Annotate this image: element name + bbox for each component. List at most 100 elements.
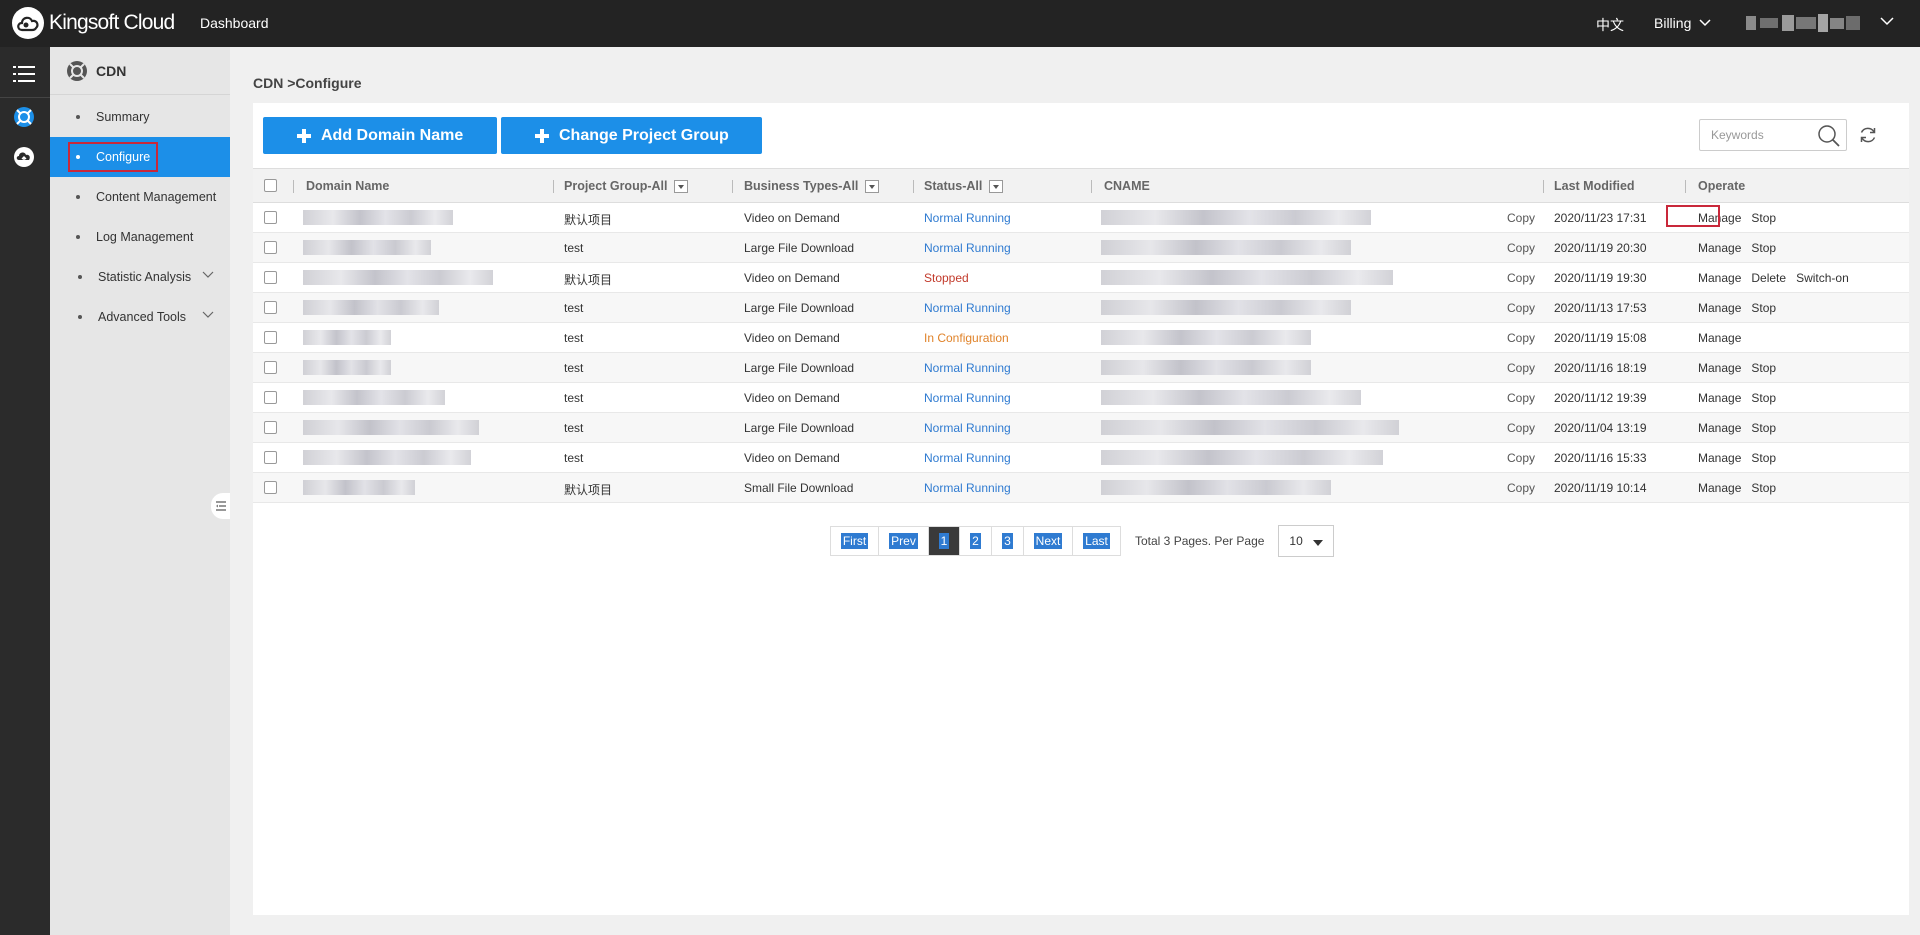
cdn-icon xyxy=(67,60,87,81)
sidebar-item-summary[interactable]: Summary xyxy=(50,97,230,137)
manage-action-link[interactable]: Manage xyxy=(1698,301,1741,315)
row-checkbox[interactable] xyxy=(264,391,277,404)
change-project-group-button[interactable]: Change Project Group xyxy=(501,117,762,154)
manage-action-link[interactable]: Manage xyxy=(1698,361,1741,375)
copy-cname-button[interactable]: Copy xyxy=(1507,421,1535,435)
sidebar-item-statistic-analysis[interactable]: Statistic Analysis xyxy=(50,257,230,297)
table-row: 默认项目 Video on Demand Stopped Copy 2020/11/19… xyxy=(253,263,1909,293)
status-cell: Normal Running xyxy=(924,481,1011,495)
manage-action-link[interactable]: Manage xyxy=(1698,421,1741,435)
status-cell: Stopped xyxy=(924,271,969,285)
domain-name-redacted[interactable] xyxy=(303,210,453,225)
cdn-icon[interactable] xyxy=(13,106,35,128)
business-type-cell: Large File Download xyxy=(744,301,855,315)
domain-name-redacted[interactable] xyxy=(303,330,391,345)
select-all-checkbox[interactable] xyxy=(264,179,277,192)
row-checkbox[interactable] xyxy=(264,361,277,374)
domain-name-redacted[interactable] xyxy=(303,420,479,435)
menu-list-icon[interactable] xyxy=(13,65,35,83)
domain-name-redacted[interactable] xyxy=(303,360,391,375)
brand-logo[interactable]: Kingsoft Cloud xyxy=(12,6,175,40)
first-page-button[interactable]: First xyxy=(831,527,879,555)
next-page-button[interactable]: Next xyxy=(1024,527,1073,555)
filter-dropdown-icon[interactable] xyxy=(865,179,880,193)
dashboard-link[interactable]: Dashboard xyxy=(200,15,269,31)
copy-cname-button[interactable]: Copy xyxy=(1507,391,1535,405)
stop-action-link[interactable]: Stop xyxy=(1751,451,1776,465)
user-account-redacted[interactable] xyxy=(1746,14,1860,32)
sidebar-collapse-handle[interactable] xyxy=(211,493,231,519)
manage-action-link[interactable]: Manage xyxy=(1698,451,1741,465)
copy-cname-button[interactable]: Copy xyxy=(1507,211,1535,225)
billing-menu[interactable]: Billing xyxy=(1654,15,1711,31)
copy-cname-button[interactable]: Copy xyxy=(1507,271,1535,285)
collapse-list-icon xyxy=(216,501,226,511)
domain-name-redacted[interactable] xyxy=(303,450,471,465)
copy-cname-button[interactable]: Copy xyxy=(1507,481,1535,495)
project-group-cell: test xyxy=(564,391,584,405)
per-page-select[interactable]: 10 xyxy=(1278,525,1335,557)
prev-page-button[interactable]: Prev xyxy=(879,527,929,555)
copy-cname-button[interactable]: Copy xyxy=(1507,361,1535,375)
stop-action-link[interactable]: Stop xyxy=(1751,481,1776,495)
domain-name-redacted[interactable] xyxy=(303,240,431,255)
sidebar-item-content-management[interactable]: Content Management xyxy=(50,177,230,217)
copy-cname-button[interactable]: Copy xyxy=(1507,451,1535,465)
copy-cname-button[interactable]: Copy xyxy=(1507,241,1535,255)
domain-name-redacted[interactable] xyxy=(303,270,493,285)
stop-action-link[interactable]: Stop xyxy=(1751,361,1776,375)
page-1-button[interactable]: 1 xyxy=(929,527,960,555)
filter-dropdown-icon[interactable] xyxy=(674,179,689,193)
caret-down-icon xyxy=(1313,540,1324,546)
status-cell: Normal Running xyxy=(924,421,1011,435)
switch-on-action-link[interactable]: Switch-on xyxy=(1796,271,1849,285)
row-checkbox[interactable] xyxy=(264,331,277,344)
sidebar-title: CDN xyxy=(96,62,127,79)
cname-redacted xyxy=(1101,450,1383,465)
operate-cell: Manage Stop xyxy=(1698,481,1786,495)
stop-action-link[interactable]: Stop xyxy=(1751,391,1776,405)
delete-action-link[interactable]: Delete xyxy=(1751,271,1786,285)
page-2-button[interactable]: 2 xyxy=(960,527,992,555)
domain-name-redacted[interactable] xyxy=(303,390,445,405)
icon-rail xyxy=(0,47,50,935)
search-icon[interactable] xyxy=(1817,124,1841,148)
row-checkbox[interactable] xyxy=(264,211,277,224)
cloud-upload-icon[interactable] xyxy=(13,146,35,168)
status-cell: Normal Running xyxy=(924,391,1011,405)
stop-action-link[interactable]: Stop xyxy=(1751,241,1776,255)
stop-action-link[interactable]: Stop xyxy=(1751,421,1776,435)
chevron-down-icon[interactable] xyxy=(1880,16,1894,26)
refresh-icon[interactable] xyxy=(1858,125,1878,145)
manage-action-link[interactable]: Manage xyxy=(1698,331,1741,345)
add-domain-button[interactable]: Add Domain Name xyxy=(263,117,497,154)
search-input[interactable] xyxy=(1700,120,1810,150)
stop-action-link[interactable]: Stop xyxy=(1751,211,1776,225)
manage-action-link[interactable]: Manage xyxy=(1698,271,1741,285)
domain-name-redacted[interactable] xyxy=(303,300,439,315)
sidebar-item-log-management[interactable]: Log Management xyxy=(50,217,230,257)
last-page-button[interactable]: Last xyxy=(1073,527,1120,555)
business-type-cell: Video on Demand xyxy=(744,451,840,465)
sidebar-item-configure[interactable]: Configure xyxy=(50,137,230,177)
language-switch[interactable]: 中文 xyxy=(1596,15,1624,35)
manage-action-link[interactable]: Manage xyxy=(1698,481,1741,495)
manage-action-link[interactable]: Manage xyxy=(1698,241,1741,255)
row-checkbox[interactable] xyxy=(264,481,277,494)
page-3-button[interactable]: 3 xyxy=(992,527,1024,555)
domain-name-redacted[interactable] xyxy=(303,480,415,495)
stop-action-link[interactable]: Stop xyxy=(1751,301,1776,315)
row-checkbox[interactable] xyxy=(264,421,277,434)
bullet-icon xyxy=(76,195,80,199)
filter-dropdown-icon[interactable] xyxy=(989,179,1004,193)
operate-cell: Manage Stop xyxy=(1698,451,1786,465)
row-checkbox[interactable] xyxy=(264,241,277,254)
per-page-value: 10 xyxy=(1289,534,1303,548)
sidebar-item-advanced-tools[interactable]: Advanced Tools xyxy=(50,297,230,337)
row-checkbox[interactable] xyxy=(264,451,277,464)
manage-action-link[interactable]: Manage xyxy=(1698,391,1741,405)
row-checkbox[interactable] xyxy=(264,301,277,314)
copy-cname-button[interactable]: Copy xyxy=(1507,301,1535,315)
copy-cname-button[interactable]: Copy xyxy=(1507,331,1535,345)
row-checkbox[interactable] xyxy=(264,271,277,284)
